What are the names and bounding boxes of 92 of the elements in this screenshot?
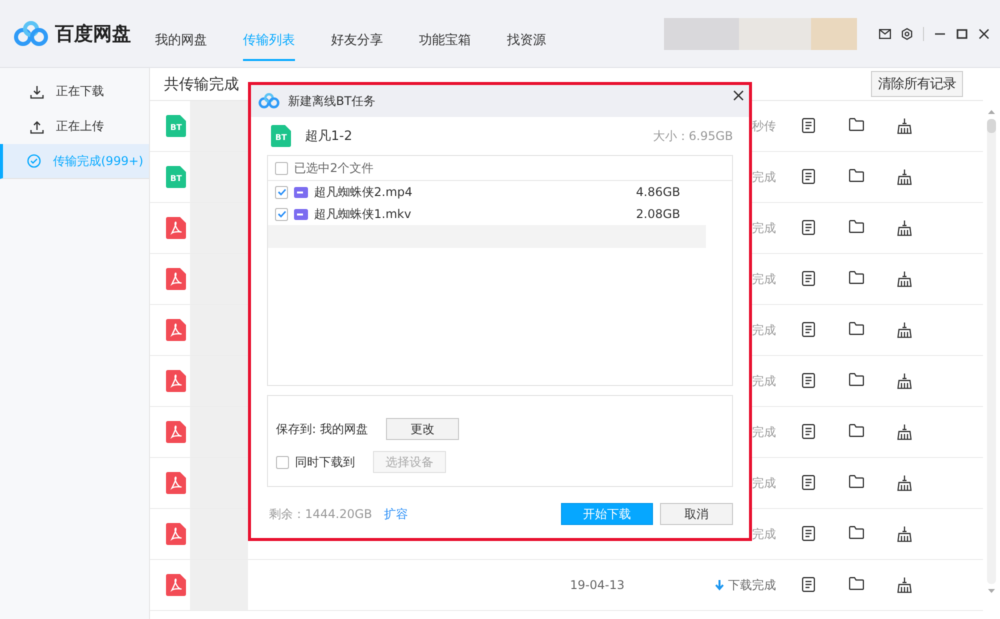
- status-text: 下载完成: [728, 576, 776, 594]
- logo-icon: [13, 20, 49, 46]
- pdf-file-icon: [166, 574, 186, 596]
- pdf-file-icon: [166, 268, 186, 290]
- broom-icon[interactable]: [896, 322, 912, 338]
- status-text: 完成: [752, 372, 776, 390]
- select-all-checkbox[interactable]: [275, 162, 288, 174]
- broom-icon[interactable]: [896, 577, 912, 593]
- file-size: 4.86GB: [636, 185, 682, 199]
- broom-icon[interactable]: [896, 475, 912, 491]
- document-icon[interactable]: [802, 526, 814, 541]
- app-logo-text: 百度网盘: [55, 22, 131, 46]
- file-name: 超凡蜘蛛侠2.mp4: [314, 184, 412, 200]
- file-checkbox[interactable]: [275, 186, 288, 198]
- scrollbar-thumb[interactable]: [987, 119, 996, 133]
- selected-count-label: 已选中2个文件: [294, 160, 374, 176]
- pdf-file-icon: [166, 217, 186, 239]
- broom-icon[interactable]: [896, 118, 912, 134]
- broom-icon[interactable]: [896, 169, 912, 185]
- folder-icon[interactable]: [848, 373, 864, 386]
- status-text: 完成: [752, 220, 776, 236]
- file-name: 超凡蜘蛛侠1.mkv: [314, 206, 412, 222]
- document-icon[interactable]: [802, 271, 814, 286]
- folder-icon[interactable]: [848, 271, 864, 284]
- folder-icon[interactable]: [848, 118, 864, 131]
- download-icon: [30, 84, 44, 98]
- sidebar-item[interactable]: 正在上传: [0, 109, 149, 144]
- document-icon[interactable]: [802, 475, 814, 490]
- also-download-checkbox[interactable]: [276, 456, 289, 468]
- file-checkbox[interactable]: [275, 208, 288, 220]
- close-icon[interactable]: [733, 90, 744, 101]
- document-icon[interactable]: [802, 118, 814, 133]
- mail-icon[interactable]: [879, 28, 891, 38]
- document-icon[interactable]: [802, 220, 814, 235]
- settings-icon[interactable]: [901, 28, 913, 40]
- broom-icon[interactable]: [896, 526, 912, 542]
- remaining-space: 剩余：1444.20GB: [269, 506, 372, 522]
- document-icon[interactable]: [802, 169, 814, 184]
- folder-icon[interactable]: [848, 220, 864, 233]
- nav-tab[interactable]: 我的网盘: [155, 6, 207, 60]
- folder-icon[interactable]: [848, 169, 864, 182]
- torrent-size: 大小：6.95GB: [652, 128, 733, 144]
- status-text: 完成: [752, 526, 776, 542]
- document-icon[interactable]: [802, 322, 814, 337]
- status-text: 完成: [752, 474, 776, 492]
- pdf-file-icon: [166, 523, 186, 545]
- video-file-icon: [294, 186, 308, 198]
- bt-file-icon: BT: [271, 125, 291, 147]
- folder-icon[interactable]: [848, 526, 864, 539]
- pdf-file-icon: [166, 472, 186, 494]
- nav-tab[interactable]: 好友分享: [331, 6, 383, 60]
- download-arrow-icon: [715, 580, 724, 590]
- folder-icon[interactable]: [848, 322, 864, 335]
- maximize-icon[interactable]: [956, 28, 968, 40]
- pdf-file-icon: [166, 370, 186, 392]
- date-text: 19-04-13: [570, 578, 624, 592]
- pdf-file-icon: [166, 319, 186, 341]
- document-icon[interactable]: [802, 373, 814, 388]
- torrent-name: 超凡1-2: [305, 128, 352, 145]
- folder-icon[interactable]: [848, 424, 864, 437]
- video-file-icon: [294, 208, 308, 220]
- close-icon[interactable]: [978, 28, 990, 40]
- status-text: 完成: [752, 322, 776, 338]
- also-download-label: 同时下载到: [295, 454, 355, 470]
- status-text: 完成: [752, 424, 776, 440]
- clear-records-button[interactable]: 清除所有记录: [871, 71, 963, 97]
- bt-file-icon: BT: [166, 166, 186, 188]
- check-circle-icon: [27, 154, 41, 168]
- status-text: 完成: [752, 270, 776, 288]
- cancel-button[interactable]: 取消: [660, 503, 733, 525]
- folder-icon[interactable]: [848, 577, 864, 590]
- pdf-file-icon: [166, 421, 186, 443]
- document-icon[interactable]: [802, 577, 814, 592]
- file-size: 2.08GB: [636, 207, 682, 221]
- broom-icon[interactable]: [896, 424, 912, 440]
- sidebar-item[interactable]: 正在下载: [0, 74, 149, 109]
- bt-file-icon: BT: [166, 115, 186, 137]
- nav-tab[interactable]: 找资源: [507, 6, 546, 60]
- broom-icon[interactable]: [896, 373, 912, 389]
- broom-icon[interactable]: [896, 271, 912, 287]
- folder-icon[interactable]: [848, 475, 864, 488]
- broom-icon[interactable]: [896, 220, 912, 236]
- dialog-title: 新建离线BT任务: [288, 92, 376, 110]
- status-text: 完成: [752, 168, 776, 186]
- nav-tab[interactable]: 功能宝箱: [419, 6, 471, 60]
- upload-icon: [30, 120, 44, 134]
- document-icon[interactable]: [802, 424, 814, 439]
- change-button[interactable]: 更改: [386, 418, 459, 440]
- logo-icon: [258, 93, 280, 109]
- status-text: 秒传: [752, 118, 776, 134]
- transfer-summary: 共传输完成: [164, 74, 239, 94]
- save-location-label: 保存到: 我的网盘: [276, 420, 368, 438]
